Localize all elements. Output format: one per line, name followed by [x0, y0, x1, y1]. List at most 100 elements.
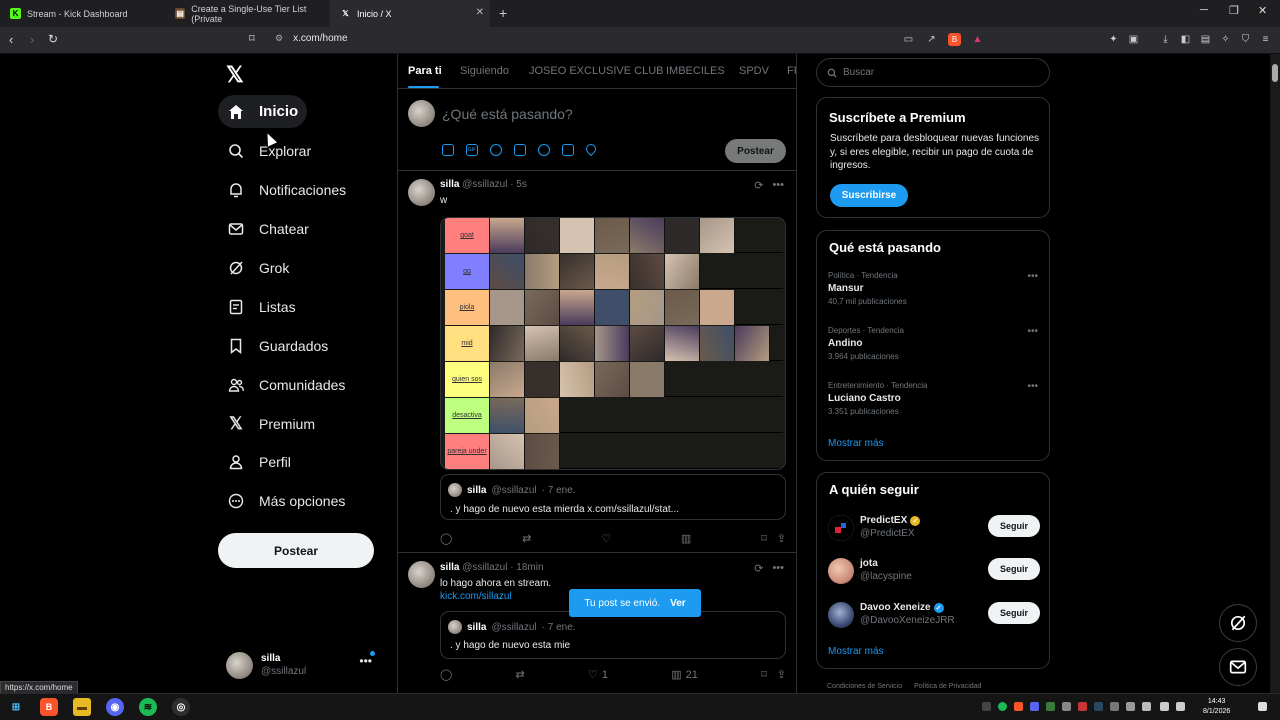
nav-grok[interactable]: Grok: [218, 251, 298, 284]
share-icon[interactable]: ↗: [925, 33, 938, 46]
bookmark-page-icon[interactable]: ⌑: [249, 32, 255, 45]
nav-lists[interactable]: Listas: [218, 290, 305, 323]
tweet[interactable]: silla @ssillazul · 5s ⟳ ••• w goat gg piol…: [398, 172, 796, 553]
bookmark-icon[interactable]: ⌑: [761, 668, 767, 681]
new-tab-button[interactable]: +: [499, 5, 507, 21]
address-bar[interactable]: ⚙ x.com/home: [275, 33, 348, 44]
close-window-button[interactable]: ✕: [1258, 4, 1267, 17]
tab-spdv[interactable]: SPDV: [739, 65, 769, 77]
reload-icon[interactable]: ↻: [48, 32, 58, 46]
tab-imbeciles[interactable]: IMBECILES: [666, 65, 725, 77]
avatar[interactable]: [408, 561, 435, 588]
poll-icon[interactable]: [514, 144, 526, 156]
scrollbar-thumb[interactable]: [1272, 64, 1278, 82]
gif-icon[interactable]: GIF: [466, 144, 478, 156]
account-switcher[interactable]: silla @ssillazul •••: [226, 648, 386, 682]
back-icon[interactable]: ‹: [9, 32, 13, 47]
nav-chat[interactable]: Chatear: [218, 212, 318, 245]
nvidia-tray-icon[interactable]: [1046, 702, 1055, 711]
trend-item[interactable]: Política · Tendencia Mansur 40,7 mil pub…: [828, 271, 1038, 306]
tab-for-you[interactable]: Para ti: [408, 65, 442, 77]
wallet-icon[interactable]: ▤: [1199, 33, 1212, 46]
search-input[interactable]: Buscar: [843, 67, 874, 78]
discord-tray-icon[interactable]: [1030, 702, 1039, 711]
brave-icon[interactable]: B: [40, 698, 58, 716]
views-icon[interactable]: ▥: [681, 532, 691, 545]
sidebar-toggle-icon[interactable]: ▣: [1127, 33, 1140, 46]
vpn-icon[interactable]: ⛉: [1239, 33, 1252, 46]
nav-premium[interactable]: 𝕏 Premium: [218, 407, 324, 440]
forward-icon[interactable]: ›: [30, 32, 34, 47]
browser-tab-x[interactable]: 𝕏 Inicio / X ✕: [330, 0, 490, 27]
discord-icon[interactable]: ◉: [106, 698, 124, 716]
search-box[interactable]: Buscar: [816, 58, 1050, 87]
nav-more[interactable]: Más opciones: [218, 484, 354, 517]
network-icon[interactable]: [1160, 702, 1169, 711]
reading-view-icon[interactable]: ◧: [1179, 33, 1192, 46]
x-logo-icon[interactable]: 𝕏: [226, 62, 244, 88]
volume-icon[interactable]: [1176, 702, 1185, 711]
obs-icon[interactable]: ◎: [172, 698, 190, 716]
brave-shields-icon[interactable]: B: [948, 33, 961, 46]
follow-suggestion[interactable]: Davoo Xeneize ✓ @DavooXeneizeJRR Seguir: [828, 600, 1040, 632]
show-more-link[interactable]: Mostrar más: [828, 438, 884, 449]
follow-suggestion[interactable]: jota @lacyspine Seguir: [828, 556, 1040, 588]
more-dots-icon[interactable]: •••: [772, 562, 784, 575]
schedule-icon[interactable]: [562, 144, 574, 156]
repost-icon[interactable]: ⇄: [516, 668, 525, 681]
close-tab-icon[interactable]: ✕: [476, 7, 484, 18]
quoted-tweet[interactable]: silla @ssillazul · 7 ene. . y hago de nu…: [440, 474, 786, 520]
bookmark-icon[interactable]: ⌑: [761, 532, 767, 545]
composer-post-button[interactable]: Postear: [725, 139, 786, 163]
follow-button[interactable]: Seguir: [988, 558, 1040, 580]
extensions-icon[interactable]: ✦: [1107, 33, 1120, 46]
file-explorer-icon[interactable]: ▬: [73, 698, 91, 716]
tray-icon[interactable]: [982, 702, 991, 711]
browser-tab-tiermaker[interactable]: ▤ Create a Single-Use Tier List (Private: [165, 0, 330, 27]
quoted-tweet[interactable]: silla @ssillazul · 7 ene. . y hago de nu…: [440, 611, 786, 659]
minimize-button[interactable]: ─: [1200, 4, 1208, 16]
brave-rewards-icon[interactable]: ▲: [971, 33, 984, 46]
subscribe-button[interactable]: Suscribirse: [830, 184, 908, 207]
composer-input[interactable]: ¿Qué está pasando?: [442, 106, 573, 122]
avatar[interactable]: [408, 179, 435, 206]
tray-icon[interactable]: [1078, 702, 1087, 711]
emoji-icon[interactable]: [538, 144, 550, 156]
spotify-tray-icon[interactable]: [998, 702, 1007, 711]
views-button[interactable]: ▥ 21: [671, 668, 698, 682]
trend-item[interactable]: Entretenimiento · Tendencia Luciano Cast…: [828, 381, 1038, 416]
author-name[interactable]: silla: [440, 562, 459, 573]
notifications-icon[interactable]: [1258, 702, 1267, 711]
privacy-link[interactable]: Política de Privacidad: [914, 683, 981, 690]
tray-icon[interactable]: [1110, 702, 1119, 711]
image-icon[interactable]: [442, 144, 454, 156]
post-button[interactable]: Postear: [218, 533, 374, 568]
author-handle[interactable]: @ssillazul: [462, 562, 507, 573]
browser-tab-kick[interactable]: K Stream - Kick Dashboard: [0, 0, 165, 27]
grok-fab[interactable]: [1219, 604, 1257, 642]
restore-button[interactable]: ❐: [1229, 4, 1239, 17]
nav-bookmarks[interactable]: Guardados: [218, 329, 337, 362]
show-more-link[interactable]: Mostrar más: [828, 646, 884, 657]
brave-tray-icon[interactable]: [1014, 702, 1023, 711]
more-dots-icon[interactable]: •••: [772, 179, 784, 192]
tweet[interactable]: silla @ssillazul · 18min ⟳ ••• lo hago a…: [398, 554, 796, 693]
menu-icon[interactable]: ≡: [1259, 33, 1272, 46]
messages-fab[interactable]: [1219, 648, 1257, 686]
tray-icon[interactable]: [1142, 702, 1151, 711]
trend-item[interactable]: Deportes · Tendencia Andino 3.964 public…: [828, 326, 1038, 361]
steam-tray-icon[interactable]: [1094, 702, 1103, 711]
follow-button[interactable]: Seguir: [988, 602, 1040, 624]
tweet-time[interactable]: · 18min: [510, 562, 543, 573]
share-icon[interactable]: ⇪: [777, 532, 786, 545]
nav-communities[interactable]: Comunidades: [218, 368, 354, 401]
terms-link[interactable]: Condiciones de Servicio: [827, 683, 902, 690]
like-button[interactable]: ♡ 1: [588, 668, 608, 682]
tweet-link[interactable]: kick.com/sillazul: [440, 591, 512, 602]
clock[interactable]: 14:43 8/1/2026: [1203, 697, 1230, 717]
tier-list-image[interactable]: goat gg piola mid quien sos desactiva pareja u…: [440, 217, 786, 470]
toast-view-link[interactable]: Ver: [670, 598, 686, 609]
more-dots-icon[interactable]: •••: [1027, 326, 1038, 337]
share-icon[interactable]: ⇪: [777, 668, 786, 681]
nav-home[interactable]: Inicio: [218, 95, 308, 128]
